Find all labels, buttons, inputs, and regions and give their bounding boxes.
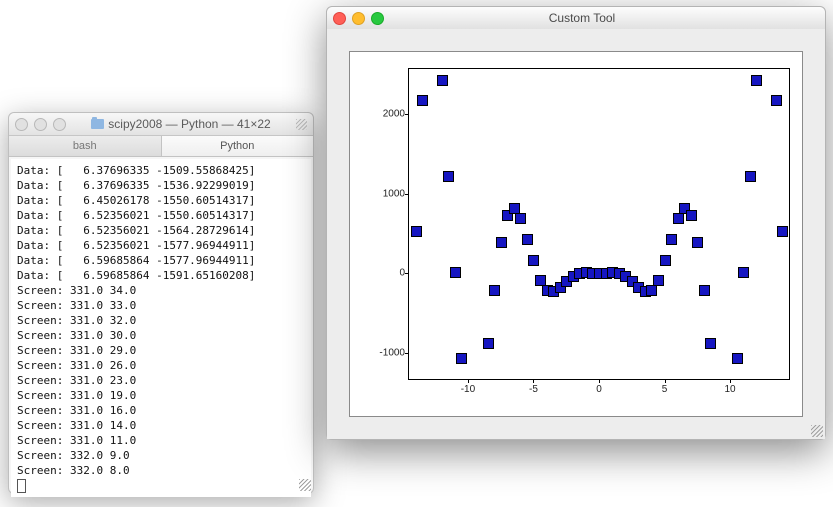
plot-body: -10 -5 0 5 10 -1000 0 1000 2000	[327, 29, 825, 439]
data-marker	[745, 171, 756, 182]
data-marker	[496, 237, 507, 248]
data-marker	[692, 237, 703, 248]
data-marker	[660, 255, 671, 266]
resize-handle-icon[interactable]	[811, 425, 823, 437]
x-tick-label: 10	[724, 384, 735, 395]
data-marker	[411, 226, 422, 237]
minimize-icon[interactable]	[34, 118, 47, 131]
y-tick-label: 2000	[369, 109, 405, 120]
resize-handle-icon[interactable]	[299, 479, 311, 491]
titlebar-resize-icon	[296, 119, 307, 130]
close-icon[interactable]	[15, 118, 28, 131]
minimize-icon[interactable]	[352, 12, 365, 25]
zoom-icon[interactable]	[53, 118, 66, 131]
tab-python[interactable]: Python	[162, 136, 314, 156]
data-marker	[515, 213, 526, 224]
data-marker	[666, 234, 677, 245]
data-marker	[522, 234, 533, 245]
data-marker	[686, 210, 697, 221]
data-marker	[673, 213, 684, 224]
data-marker	[777, 226, 788, 237]
data-marker	[705, 338, 716, 349]
terminal-title-text: scipy2008 — Python — 41×22	[108, 117, 270, 131]
terminal-traffic-lights[interactable]	[15, 118, 66, 131]
x-tick-label: 0	[596, 384, 602, 395]
plot-axes[interactable]: -10-50510-1000010002000	[408, 68, 790, 380]
folder-icon	[91, 119, 104, 129]
data-marker	[489, 285, 500, 296]
plot-inset: -10 -5 0 5 10 -1000 0 1000 2000	[349, 51, 803, 417]
data-marker	[646, 285, 657, 296]
terminal-window: scipy2008 — Python — 41×22 bash Python D…	[8, 112, 314, 494]
data-marker	[699, 285, 710, 296]
data-marker	[437, 75, 448, 86]
terminal-tabs: bash Python	[9, 136, 313, 157]
y-tick-label: 1000	[369, 188, 405, 199]
plot-traffic-lights[interactable]	[333, 12, 384, 25]
x-tick-label: -5	[529, 384, 538, 395]
terminal-title: scipy2008 — Python — 41×22	[66, 117, 296, 131]
data-marker	[450, 267, 461, 278]
data-marker	[443, 171, 454, 182]
zoom-icon[interactable]	[371, 12, 384, 25]
plot-window: Custom Tool -10 -5 0 5 10 -1000 0 1000 2000	[326, 6, 826, 440]
data-marker	[528, 255, 539, 266]
plot-title: Custom Tool	[384, 11, 780, 25]
cursor-icon	[17, 479, 26, 493]
data-marker	[509, 203, 520, 214]
x-tick-label: 5	[662, 384, 668, 395]
data-marker	[751, 75, 762, 86]
data-marker	[456, 353, 467, 364]
data-marker	[483, 338, 494, 349]
data-marker	[738, 267, 749, 278]
data-marker	[732, 353, 743, 364]
y-tick-label: 0	[369, 268, 405, 279]
data-marker	[417, 95, 428, 106]
data-marker	[771, 95, 782, 106]
data-marker	[653, 275, 664, 286]
tab-bash[interactable]: bash	[9, 136, 162, 156]
plot-titlebar[interactable]: Custom Tool	[327, 7, 825, 30]
close-icon[interactable]	[333, 12, 346, 25]
y-tick-label: -1000	[369, 347, 405, 358]
terminal-titlebar[interactable]: scipy2008 — Python — 41×22	[9, 113, 313, 136]
x-tick-label: -10	[461, 384, 475, 395]
terminal-output[interactable]: Data: [ 6.37696335 -1509.55868425] Data:…	[11, 159, 311, 497]
